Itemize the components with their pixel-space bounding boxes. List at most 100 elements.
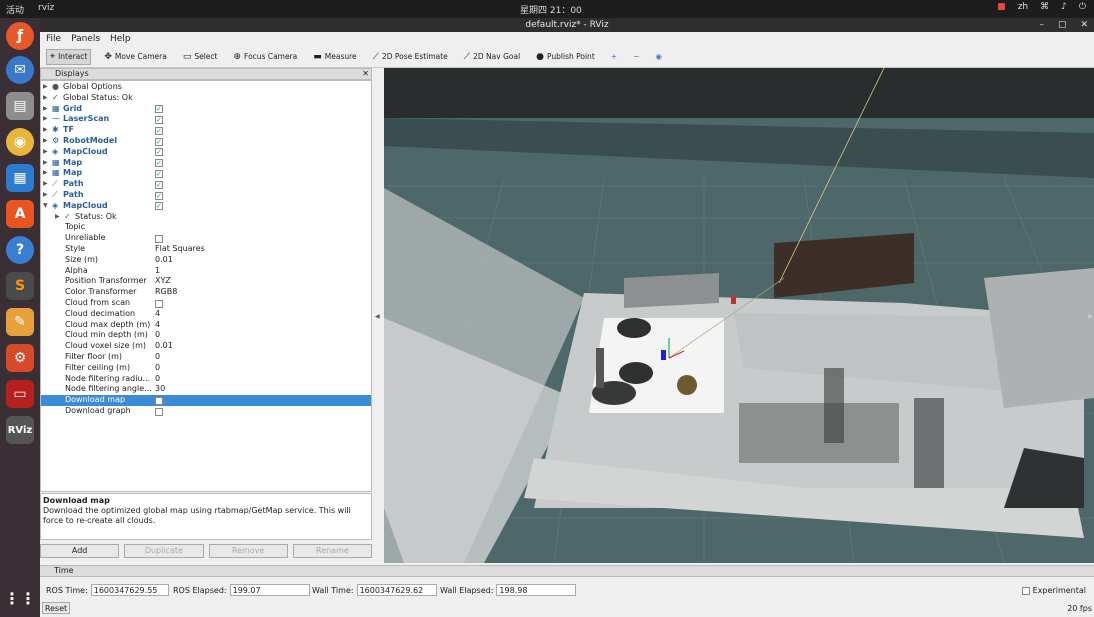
tree-row[interactable]: ▶ ⟋ Path ✓ xyxy=(41,190,371,201)
software-icon[interactable]: A xyxy=(6,200,34,228)
enable-checkbox[interactable]: ✓ xyxy=(155,148,163,157)
enable-checkbox[interactable]: ✓ xyxy=(155,105,163,114)
expander-icon[interactable]: ▶ xyxy=(43,82,48,93)
expander-icon[interactable]: ▶ xyxy=(55,212,60,223)
enable-checkbox[interactable] xyxy=(155,234,163,243)
tree-row[interactable]: ▼ ◈ MapCloud ✓ xyxy=(41,201,371,212)
tree-row[interactable]: ▶ ✓ Status: Ok xyxy=(41,212,371,223)
tree-row[interactable]: Filter ceiling (m) 0 xyxy=(41,363,371,374)
tree-row-value[interactable]: 0.01 xyxy=(155,255,173,266)
network-icon[interactable]: ⌘ xyxy=(1040,2,1049,12)
tree-row[interactable]: ▶ ▦ Map ✓ xyxy=(41,158,371,169)
tree-row-value[interactable]: 0 xyxy=(155,363,160,374)
enable-checkbox[interactable]: ✓ xyxy=(155,126,163,135)
map-render[interactable] xyxy=(384,68,1094,563)
wall-elapsed-field[interactable]: 198.98 xyxy=(496,584,577,596)
volume-icon[interactable]: ♪ xyxy=(1061,2,1067,12)
tree-row-value[interactable]: RGB8 xyxy=(155,287,177,298)
panel-splitter[interactable]: ◀ xyxy=(374,68,384,563)
ros-time-field[interactable]: 1600347629.55 xyxy=(90,584,169,596)
remove-tool-icon[interactable]: − xyxy=(630,49,642,65)
ros-elapsed-field[interactable]: 199.07 xyxy=(229,584,310,596)
experimental-option[interactable]: Experimental xyxy=(1021,586,1086,595)
settings-icon[interactable]: ⚙ xyxy=(6,344,34,372)
rviz-icon[interactable]: RViz xyxy=(6,416,34,444)
tree-row[interactable]: ▶ ⁓ LaserScan ✓ xyxy=(41,114,371,125)
help-icon[interactable]: ? xyxy=(6,236,34,264)
power-icon[interactable]: ⏻ xyxy=(1079,2,1086,12)
expander-icon[interactable]: ▶ xyxy=(43,158,48,169)
experimental-checkbox[interactable] xyxy=(1021,586,1030,595)
remove-button[interactable]: Remove xyxy=(208,544,288,558)
enable-checkbox[interactable]: ✓ xyxy=(155,202,163,211)
tree-row-value[interactable]: 1 xyxy=(155,266,160,277)
tree-row[interactable]: Size (m) 0.01 xyxy=(41,255,371,266)
enable-checkbox[interactable] xyxy=(155,396,163,405)
tool-2d-nav-goal[interactable]: ⟋ 2D Nav Goal xyxy=(461,49,523,65)
rename-button[interactable]: Rename xyxy=(292,544,372,558)
sublime-icon[interactable]: S xyxy=(6,272,34,300)
wall-time-field[interactable]: 1600347629.62 xyxy=(356,584,437,596)
expander-icon[interactable]: ▶ xyxy=(43,114,48,125)
enable-checkbox[interactable]: ✓ xyxy=(155,137,163,146)
tool-measure[interactable]: ▬ Measure xyxy=(310,49,359,65)
tree-row[interactable]: Topic xyxy=(41,222,371,233)
tree-row-value[interactable]: 4 xyxy=(155,309,160,320)
tool-properties-icon[interactable]: ◉ xyxy=(652,49,665,65)
tree-row[interactable]: Node filtering angle... 30 xyxy=(41,384,371,395)
text-editor-icon[interactable]: ✎ xyxy=(6,308,34,336)
expander-icon[interactable]: ▶ xyxy=(43,147,48,158)
tree-row[interactable]: ▶ ✓ Global Status: Ok xyxy=(41,93,371,104)
close-icon[interactable]: ✕ xyxy=(1080,18,1088,32)
rhythmbox-icon[interactable]: ◉ xyxy=(6,128,34,156)
tree-row[interactable]: ▶ ◈ MapCloud ✓ xyxy=(41,147,371,158)
tree-row[interactable]: ▶ ▦ Map ✓ xyxy=(41,168,371,179)
expander-icon[interactable]: ▶ xyxy=(43,190,48,201)
tool-select[interactable]: ▭ Select xyxy=(180,49,221,65)
tool-move-camera[interactable]: ✥ Move Camera xyxy=(101,49,169,65)
tree-row[interactable]: Cloud decimation 4 xyxy=(41,309,371,320)
minimize-icon[interactable]: – xyxy=(1039,18,1044,32)
tree-row[interactable]: ▶ ⟋ Path ✓ xyxy=(41,179,371,190)
tree-row-value[interactable]: 0 xyxy=(155,352,160,363)
tree-row-value[interactable]: 0 xyxy=(155,374,160,385)
show-apps-icon[interactable]: ⋮⋮ xyxy=(4,584,36,612)
expander-icon[interactable]: ▶ xyxy=(43,179,48,190)
system-monitor-icon[interactable]: ▭ xyxy=(6,380,34,408)
expander-icon[interactable]: ▼ xyxy=(43,201,48,212)
displays-tree[interactable]: ▶ ● Global Options ▶ ✓ Global Status: Ok ▶ ▦ Gri… xyxy=(40,80,372,492)
expander-icon[interactable]: ▶ xyxy=(43,104,48,115)
tree-row-value[interactable]: 0.01 xyxy=(155,341,173,352)
expander-icon[interactable]: ▶ xyxy=(43,168,48,179)
menu-help[interactable]: Help xyxy=(110,32,131,46)
menu-panels[interactable]: Panels xyxy=(71,32,100,46)
tree-row-value[interactable]: 4 xyxy=(155,320,160,331)
tree-row[interactable]: Style Flat Squares xyxy=(41,244,371,255)
enable-checkbox[interactable] xyxy=(155,299,163,308)
tree-row[interactable]: ▶ ⚙ RobotModel ✓ xyxy=(41,136,371,147)
tree-row[interactable]: ▶ ✱ TF ✓ xyxy=(41,125,371,136)
enable-checkbox[interactable]: ✓ xyxy=(155,191,163,200)
tree-row-value[interactable]: Flat Squares xyxy=(155,244,205,255)
maximize-icon[interactable]: ▢ xyxy=(1058,18,1067,32)
tree-row[interactable]: ▶ ● Global Options xyxy=(41,82,371,93)
tool-2d-pose-estimate[interactable]: ⟋ 2D Pose Estimate xyxy=(370,49,451,65)
tree-row[interactable]: Position Transformer XYZ xyxy=(41,276,371,287)
add-tool-icon[interactable]: + xyxy=(608,49,620,65)
tree-row-value[interactable]: 0 xyxy=(155,330,160,341)
add-button[interactable]: Add xyxy=(40,544,120,558)
tree-row[interactable]: Download map xyxy=(41,395,371,406)
enable-checkbox[interactable]: ✓ xyxy=(155,159,163,168)
tree-row-value[interactable]: XYZ xyxy=(155,276,171,287)
close-panel-icon[interactable]: ✕ xyxy=(362,69,369,79)
tree-row[interactable]: Cloud max depth (m) 4 xyxy=(41,320,371,331)
tool-publish-point[interactable]: ● Publish Point xyxy=(533,49,598,65)
tool-interact[interactable]: ⌖ Interact xyxy=(46,48,92,65)
tree-row[interactable]: Node filtering radiu... 0 xyxy=(41,374,371,385)
duplicate-button[interactable]: Duplicate xyxy=(124,544,204,558)
app-menu[interactable]: rviz xyxy=(38,3,54,13)
tree-row-value[interactable]: 30 xyxy=(155,384,165,395)
tree-row[interactable]: Cloud voxel size (m) 0.01 xyxy=(41,341,371,352)
menu-file[interactable]: File xyxy=(46,32,61,46)
tree-row[interactable]: ▶ ▦ Grid ✓ xyxy=(41,104,371,115)
